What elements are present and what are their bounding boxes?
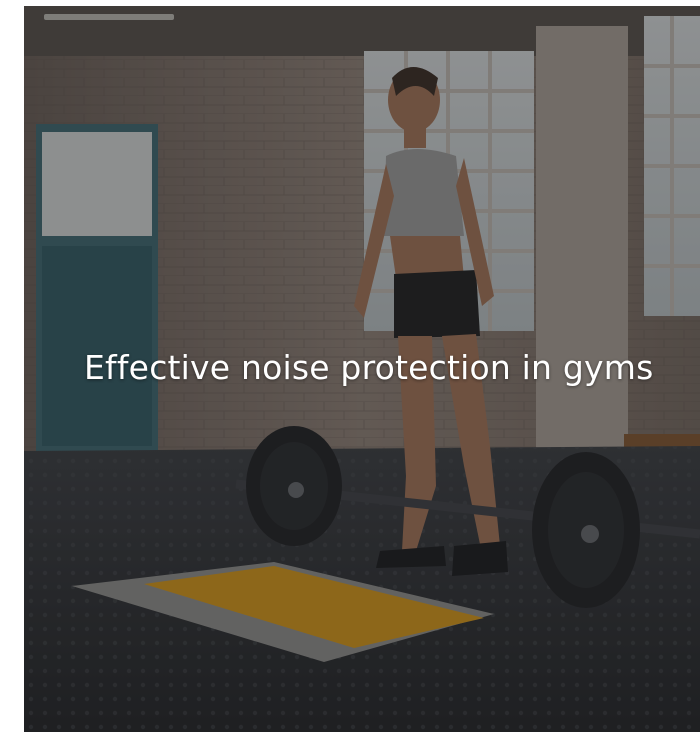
- hero-caption: Effective noise protection in gyms: [84, 348, 654, 387]
- hero-card: Effective noise protection in gyms: [24, 6, 700, 732]
